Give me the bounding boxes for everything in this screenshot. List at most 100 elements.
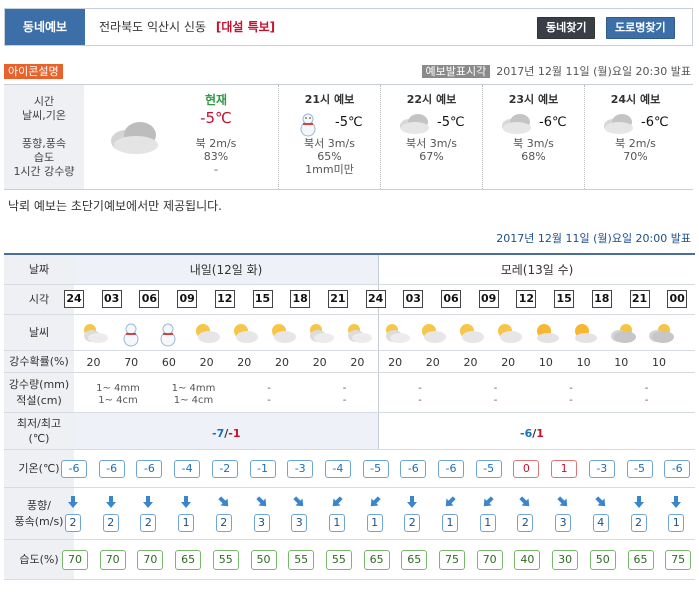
now-details: 북 2m/s 83% - <box>160 137 272 176</box>
temp-value: -5 <box>362 460 389 478</box>
row-label-pop: 강수확률(%) <box>4 351 74 373</box>
partly-sunny-icon <box>192 321 222 347</box>
minmax-label-1: 최저/최고 <box>16 417 62 430</box>
hour-label: 15 <box>554 290 575 308</box>
pop-value: 20 <box>237 356 252 369</box>
rain-mm: 1~ 4mm <box>171 383 216 394</box>
now-rain: - <box>214 163 218 176</box>
humidity-value: 75 <box>665 550 692 570</box>
row-divider <box>74 412 695 413</box>
forecast-humidity: 65% <box>317 150 342 163</box>
neighborhood-forecast-tab[interactable]: 동네예보 <box>5 9 85 45</box>
forecast-humidity: 70% <box>623 150 648 163</box>
temp-value: -3 <box>287 460 314 478</box>
wind-arrow-icon <box>217 495 231 509</box>
wind-speed: 1 <box>442 514 458 532</box>
location-text: 전라북도 익산시 신동 [대설 특보] <box>99 9 275 45</box>
row-divider <box>74 314 695 315</box>
row-divider <box>74 372 695 373</box>
rain-mm: - <box>569 383 573 394</box>
snow-cm: 1~ 4cm <box>98 395 138 406</box>
now-wind: 북 2m/s <box>195 137 237 150</box>
forecast-temp: -6℃ <box>641 115 669 130</box>
wind-arrow-icon <box>104 495 118 509</box>
wind-arrow-icon <box>518 495 532 509</box>
partly-cloudy-icon <box>79 321 109 347</box>
temp-value: 1 <box>551 460 578 478</box>
wind-speed: 2 <box>140 514 157 532</box>
rain-label-2: 적설(cm) <box>16 394 62 407</box>
find-neighborhood-button[interactable]: 동네찾기 <box>537 17 596 39</box>
wind-speed: 2 <box>404 514 421 532</box>
wind-arrow-icon <box>141 495 155 509</box>
wind-arrow-icon <box>368 495 382 509</box>
wind-arrow-icon <box>405 495 419 509</box>
wind-speed: 2 <box>630 514 647 532</box>
snowman-icon <box>295 111 321 140</box>
row-divider <box>74 539 695 540</box>
pop-value: 20 <box>501 356 516 369</box>
minmax-tomorrow: -7/-1 <box>212 427 241 440</box>
wind-speed: 1 <box>178 514 195 532</box>
forecast-24: 24시 예보 -6℃ 북 2m/s 70% <box>584 85 686 189</box>
min-temp: -6 <box>520 427 533 440</box>
forecast-temp: -5℃ <box>437 115 465 130</box>
sun-cloud-icon <box>569 321 599 347</box>
pop-value: 20 <box>388 356 403 369</box>
forecast-wind: 북서 3m/s <box>406 137 457 150</box>
heavy-snow-warning[interactable]: [대설 특보] <box>216 20 275 34</box>
temp-value: -1 <box>249 460 276 478</box>
current-weather-panel: 시간 날씨,기온 풍향,풍속 습도 1시간 강수량 현재 -5℃ 북 2m/s … <box>4 84 693 190</box>
forecast-temp: -6℃ <box>539 115 567 130</box>
cloud-icon <box>601 111 635 138</box>
wind-arrow-icon <box>669 495 683 509</box>
find-road-name-button[interactable]: 도로명찾기 <box>606 17 675 39</box>
forecast-rain: 1mm미만 <box>305 163 354 176</box>
temp-value: -6 <box>98 460 125 478</box>
hour-label: 18 <box>591 290 612 308</box>
forecast-title: 22시 예보 <box>406 93 457 106</box>
forecast-wind: 북 3m/s <box>513 137 554 150</box>
min-temp: -7 <box>212 427 225 440</box>
pop-value: 20 <box>86 356 101 369</box>
pop-value: 10 <box>652 356 666 369</box>
temp-value: -4 <box>324 460 351 478</box>
wind-speed: 3 <box>555 514 572 532</box>
table-issue-date: 2017년 12월 11일 (월)요일 20:00 발표 <box>496 232 691 245</box>
forecast-23: 23시 예보 -6℃ 북 3m/s 68% <box>482 85 584 189</box>
pop-value: 20 <box>312 356 327 369</box>
rain-mm: - <box>267 383 271 394</box>
minmax-day-after: -6/1 <box>520 427 544 440</box>
rain-amount: -- <box>390 383 450 407</box>
humidity-value: 65 <box>363 550 390 570</box>
now-humidity: 83% <box>203 150 229 163</box>
pop-value: 20 <box>425 356 440 369</box>
row-divider <box>74 350 695 351</box>
wind-label-1: 풍향/ <box>27 499 51 512</box>
partly-sunny-icon <box>268 321 298 347</box>
hour-label: 21 <box>327 290 348 308</box>
hour-label: 24 <box>64 290 84 308</box>
label-blank <box>4 123 84 137</box>
humidity-value: 40 <box>514 550 541 570</box>
pop-value: 60 <box>161 356 176 369</box>
wind-speed: 2 <box>215 514 232 532</box>
temp-value: -2 <box>211 460 238 478</box>
wind-arrow-icon <box>594 495 608 509</box>
partly-sunny-icon <box>418 321 448 347</box>
forecast-humidity: 68% <box>521 150 546 163</box>
hour-label: 00 <box>667 290 688 308</box>
humidity-value: 70 <box>99 550 126 570</box>
temp-value: -5 <box>626 460 653 478</box>
hour-label: 12 <box>214 290 235 308</box>
humidity-value: 55 <box>325 550 352 570</box>
snow-cm: - <box>493 395 498 406</box>
temp-value: -6 <box>136 460 163 478</box>
minmax-label-2: (℃) <box>28 432 50 445</box>
row-label-rain: 강수량(mm) 적설(cm) <box>4 373 74 413</box>
pop-value: 20 <box>199 356 214 369</box>
icon-help-button[interactable]: 아이콘설명 <box>4 64 63 79</box>
row-label-date: 날짜 <box>4 255 74 285</box>
row-divider <box>74 284 695 285</box>
sun-cloud-icon <box>531 321 561 347</box>
